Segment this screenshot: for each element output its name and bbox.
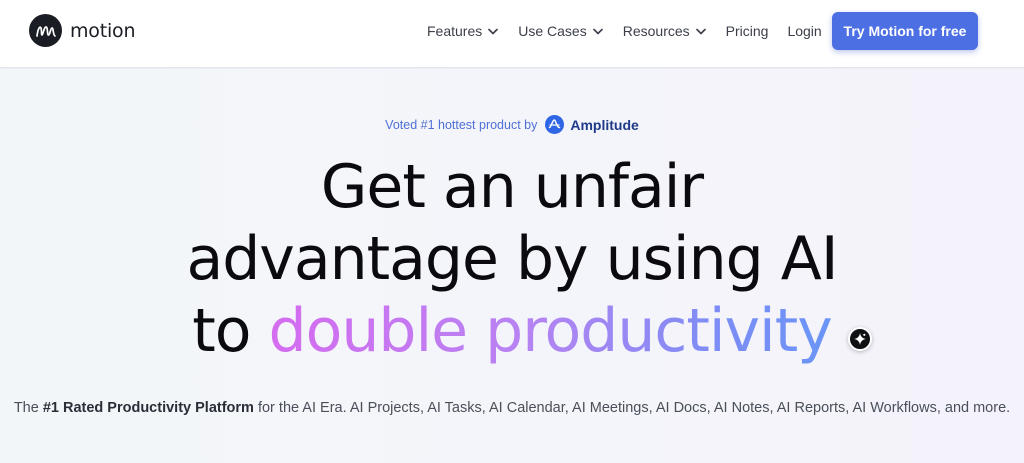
award-badge: Voted #1 hottest product by Amplitude [0,115,1024,134]
nav-use-cases[interactable]: Use Cases [518,23,603,39]
logo-link[interactable]: motion [29,14,136,47]
hero-subtext: The #1 Rated Productivity Platform for t… [0,397,1024,420]
main-nav: Features Use Cases Resources Pricing Log… [427,0,841,62]
sparkle-chat-icon[interactable] [848,327,872,351]
site-header: motion Features Use Cases Resources Pric… [0,0,1024,68]
logo-text: motion [70,19,136,42]
badge-text: Voted #1 hottest product by [385,117,538,132]
nav-use-cases-label: Use Cases [518,23,587,39]
nav-pricing-label: Pricing [725,23,769,39]
chevron-down-icon [695,28,706,35]
subtext-suffix: for the AI Era. AI Projects, AI Tasks, A… [253,400,1011,416]
headline-line-1: Get an unfair [320,152,704,222]
chevron-down-icon [592,28,603,35]
headline-line-2: advantage by using AI [186,224,838,294]
headline-line-3: to double productivity [0,295,1024,367]
chevron-down-icon [488,28,499,35]
headline-highlight: double productivity [268,296,833,366]
headline-line-3-prefix: to [192,296,269,366]
subtext-prefix: The [13,400,43,416]
hero-section: Voted #1 hottest product by Amplitude Ge… [0,69,1024,463]
amplitude-logo-icon [545,115,565,134]
nav-login-label: Login [787,23,822,39]
try-motion-button[interactable]: Try Motion for free [832,12,978,50]
nav-login[interactable]: Login [787,23,821,39]
amplitude-brand: Amplitude [570,116,639,133]
motion-logo-icon [29,14,62,47]
subtext-bold: #1 Rated Productivity Platform [42,400,254,416]
nav-resources[interactable]: Resources [623,23,706,39]
nav-features[interactable]: Features [427,23,499,39]
nav-pricing[interactable]: Pricing [726,23,769,39]
nav-features-label: Features [427,23,483,39]
nav-resources-label: Resources [622,23,690,39]
